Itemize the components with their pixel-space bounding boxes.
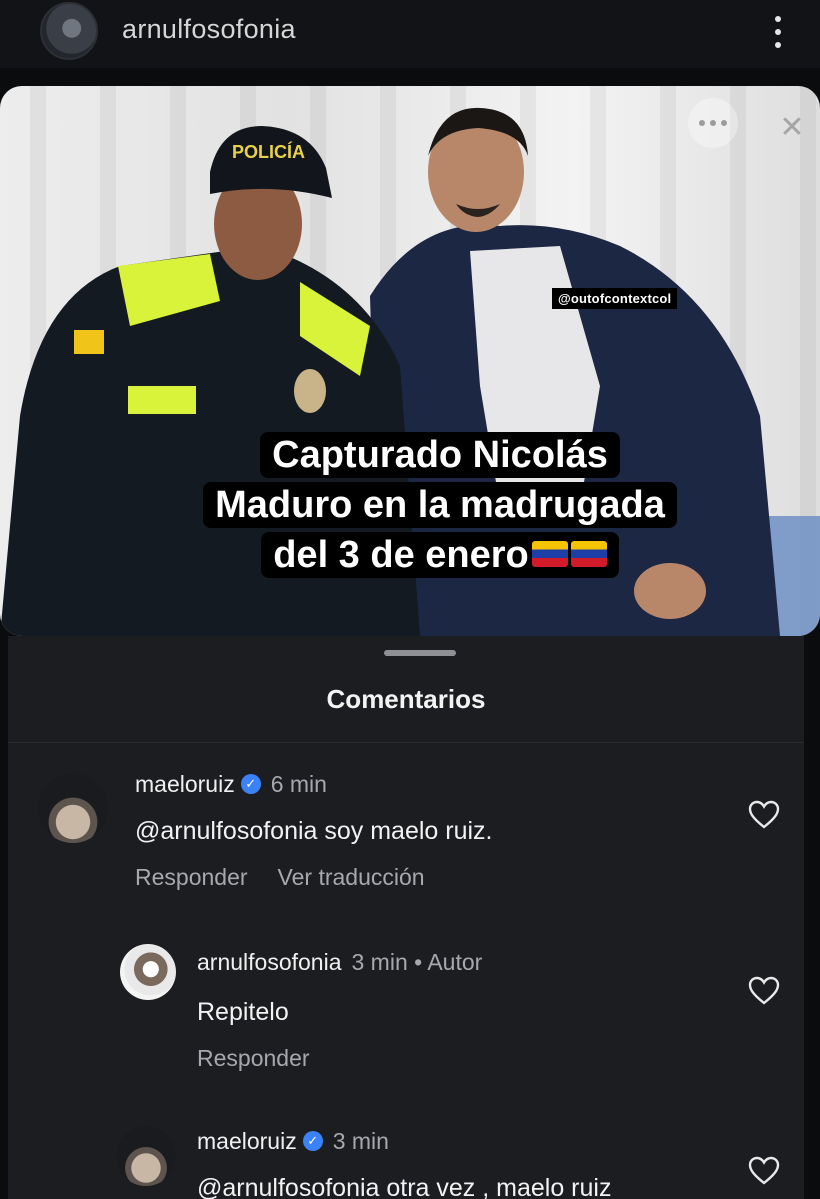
caption-line-with-flags: del 3 de enero	[261, 532, 619, 578]
close-icon[interactable]: ✕	[772, 108, 812, 148]
story-options-button[interactable]	[688, 98, 738, 148]
comment-time: 3 min	[332, 1128, 389, 1154]
venezuela-flag-icon	[570, 540, 607, 567]
story-header: arnulfosofonia	[0, 0, 820, 68]
comment-reply-item: maeloruiz ✓ 3 min @arnulfosofonia otra vez…	[8, 636, 804, 1199]
venezuela-flag-icon	[531, 540, 568, 567]
header-username[interactable]: arnulfosofonia	[122, 14, 296, 45]
comment-text: @arnulfosofonia otra vez , maelo ruiz	[197, 1174, 612, 1199]
comment-username[interactable]: maeloruiz	[197, 1128, 297, 1154]
heart-icon[interactable]	[748, 1156, 780, 1186]
caption-line: Maduro en la madrugada	[203, 482, 677, 528]
caption-line: Capturado Nicolás	[260, 432, 620, 478]
verified-badge-icon: ✓	[302, 1130, 323, 1151]
cap-text: POLICÍA	[232, 141, 305, 162]
avatar[interactable]	[40, 2, 98, 60]
caption-line: del 3 de enero	[273, 534, 529, 576]
story-caption: Capturado Nicolás Maduro en la madrugada…	[130, 430, 750, 580]
comment-header: maeloruiz ✓ 3 min	[197, 1128, 389, 1155]
story-image: POLICÍA ✕ @outofcontextcol Capturado Nic…	[0, 86, 820, 636]
more-options-icon[interactable]	[766, 12, 790, 52]
watermark: @outofcontextcol	[552, 288, 678, 309]
avatar[interactable]	[116, 1126, 176, 1186]
comments-sheet: Comentarios maeloruiz ✓ 6 min @arnulfosofo…	[8, 636, 804, 1199]
